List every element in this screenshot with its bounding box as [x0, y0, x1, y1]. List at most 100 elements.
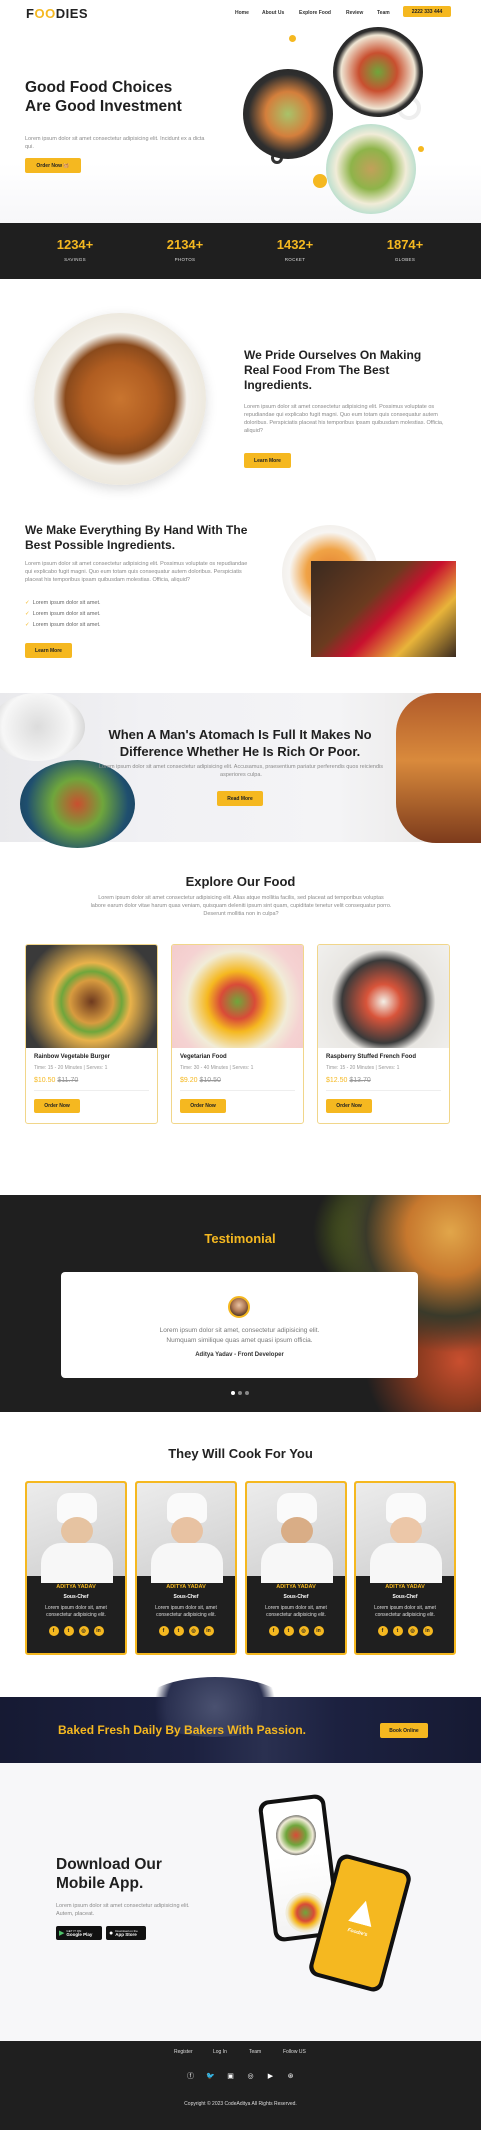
about1-title: We Pride Ourselves On Making Real Food F…	[244, 348, 422, 392]
order-now-button[interactable]: Order Now	[34, 1099, 80, 1113]
chef-face	[281, 1517, 313, 1545]
linkedin-icon[interactable]: in	[422, 1626, 433, 1636]
decor-dot	[289, 35, 296, 42]
food-card: Raspberry Stuffed French Food Time: 15 -…	[317, 944, 450, 1124]
google-play-button[interactable]: ▶ GET IT ON Google Play	[56, 1926, 102, 1940]
testimonial-author: Aditya Yadav - Front Developer	[195, 1352, 284, 1358]
app-store-button[interactable]: ● Download on the App Store	[106, 1926, 146, 1940]
carousel-dot[interactable]	[238, 1391, 242, 1395]
linkedin-icon[interactable]: in	[203, 1626, 214, 1636]
food-meta: Time: 15 - 20 Minutes | Serves: 1	[326, 1065, 400, 1071]
order-now-button[interactable]: Order Now	[180, 1099, 226, 1113]
instagram-icon[interactable]: ◎	[188, 1626, 199, 1636]
roast-chicken-image	[34, 313, 206, 485]
dip-bowl-image	[0, 693, 85, 761]
fast-food-image	[311, 561, 456, 657]
dribbble-icon[interactable]: ⊛	[286, 2072, 295, 2081]
stat-globes: 1874+ GLOBES	[386, 237, 424, 262]
facebook-icon[interactable]: f	[268, 1626, 279, 1636]
nav-about[interactable]: About Us	[262, 10, 284, 16]
stat-savings: 1234+ SAVINGS	[56, 237, 94, 262]
about2-title: We Make Everything By Hand With The Best…	[25, 523, 248, 552]
footer-link-login[interactable]: Log In	[213, 2049, 227, 2055]
food-price: $10.50 $11.70	[34, 1077, 149, 1091]
testimonial-section: Testimonial Lorem ipsum dolor sit amet, …	[0, 1195, 481, 1412]
chef-face	[61, 1517, 93, 1545]
food-name: Raspberry Stuffed French Food	[326, 1054, 417, 1060]
testimonial-quote: Lorem ipsum dolor sit amet, consectetur …	[159, 1327, 320, 1344]
linkedin-icon[interactable]: in	[313, 1626, 324, 1636]
about1-text: Lorem ipsum dolor sit amet consectetur a…	[244, 404, 444, 434]
chef-social: f t ◎ in	[27, 1626, 125, 1636]
carousel-dot[interactable]	[245, 1391, 249, 1395]
grilled-meat-image	[396, 693, 481, 843]
twitter-icon[interactable]: t	[63, 1626, 74, 1636]
app-title: Download Our Mobile App.	[56, 1856, 162, 1892]
food-meta: Time: 15 - 20 Minutes | Serves: 1	[34, 1065, 108, 1071]
chef-coat	[151, 1543, 223, 1583]
carousel-dot[interactable]	[231, 1391, 235, 1395]
facebook-icon[interactable]: f	[48, 1626, 59, 1636]
explore-text: Lorem ipsum dolor sit amet consectetur a…	[90, 895, 392, 917]
chef-face	[171, 1517, 203, 1545]
linkedin-icon[interactable]: in	[93, 1626, 104, 1636]
facebook-icon[interactable]: f	[377, 1626, 388, 1636]
carousel-dots	[231, 1391, 249, 1395]
nav-review[interactable]: Review	[346, 10, 363, 16]
about1-learn-more-button[interactable]: Learn More	[244, 453, 291, 468]
copyright: Copyright © 2023 CodeAditya All Rights R…	[184, 2101, 297, 2107]
stats-section: 1234+ SAVINGS 2134+ PHOTOS 1432+ ROCKET 187…	[0, 223, 481, 279]
chef-name: ADITYA YADAV	[166, 1584, 206, 1590]
linkedin-icon[interactable]: ▣	[226, 2072, 235, 2081]
logo[interactable]: FOODIES	[26, 6, 88, 21]
instagram-icon[interactable]: ◎	[78, 1626, 89, 1636]
check-icon: ✓	[25, 600, 30, 606]
chef-photo	[247, 1483, 345, 1583]
facebook-icon[interactable]: ⓕ	[186, 2072, 195, 2081]
chef-social: f t ◎ in	[247, 1626, 345, 1636]
footer-link-team[interactable]: Team	[249, 2049, 261, 2055]
chef-role: Sous-Chef	[63, 1594, 89, 1600]
quote-title: When A Man's Atomach Is Full It Makes No…	[108, 727, 372, 759]
chef-photo	[137, 1483, 235, 1583]
youtube-icon[interactable]: ▶	[266, 2072, 275, 2081]
testimonial-card: Lorem ipsum dolor sit amet, consectetur …	[61, 1272, 418, 1378]
chef-social: f t ◎ in	[356, 1626, 454, 1636]
instagram-icon[interactable]: ◎	[246, 2072, 255, 2081]
food-price: $9.20 $10.50	[180, 1077, 295, 1091]
chef-coat	[261, 1543, 333, 1583]
order-now-button[interactable]: Order Now	[326, 1099, 372, 1113]
hero-text: Lorem ipsum dolor sit amet consectetur a…	[25, 136, 205, 150]
quote-banner: When A Man's Atomach Is Full It Makes No…	[0, 693, 481, 848]
chef-card: ADITYA YADAV Sous-Chef Lorem ipsum dolor…	[25, 1481, 127, 1655]
footer	[0, 2041, 481, 2130]
phone-button[interactable]: 2222 333 444	[403, 6, 451, 17]
phone-food-image	[273, 1812, 319, 1858]
footer-link-follow[interactable]: Follow US	[283, 2049, 306, 2055]
twitter-icon[interactable]: t	[392, 1626, 403, 1636]
twitter-icon[interactable]: t	[173, 1626, 184, 1636]
instagram-icon[interactable]: ◎	[298, 1626, 309, 1636]
hero-order-button[interactable]: Order Now 🧺	[25, 158, 81, 173]
check-icon: ✓	[25, 622, 30, 628]
nav-team[interactable]: Team	[377, 10, 390, 16]
nav-home[interactable]: Home	[235, 10, 249, 16]
nav-explore-food[interactable]: Explore Food	[299, 10, 331, 16]
book-online-button[interactable]: Book Online	[380, 1723, 428, 1738]
list-item: ✓ Lorem ipsum dolor sit amet.	[25, 600, 101, 606]
twitter-icon[interactable]: t	[283, 1626, 294, 1636]
twitter-icon[interactable]: 🐦	[206, 2072, 215, 2081]
chef-text: Lorem ipsum dolor sit, amet consectetur …	[374, 1605, 436, 1618]
chef-text: Lorem ipsum dolor sit, amet consectetur …	[155, 1605, 217, 1618]
footer-link-register[interactable]: Register	[174, 2049, 193, 2055]
food-meta: Time: 30 - 40 Minutes | Serves: 1	[180, 1065, 254, 1071]
chef-name: ADITYA YADAV	[56, 1584, 96, 1590]
site-header: FOODIES Home About Us Explore Food Revie…	[0, 0, 481, 24]
list-item: ✓ Lorem ipsum dolor sit amet.	[25, 622, 101, 628]
chef-coat	[41, 1543, 113, 1583]
instagram-icon[interactable]: ◎	[407, 1626, 418, 1636]
facebook-icon[interactable]: f	[158, 1626, 169, 1636]
about2-learn-more-button[interactable]: Learn More	[25, 643, 72, 658]
read-more-button[interactable]: Read More	[217, 791, 263, 806]
avatar	[228, 1296, 250, 1318]
